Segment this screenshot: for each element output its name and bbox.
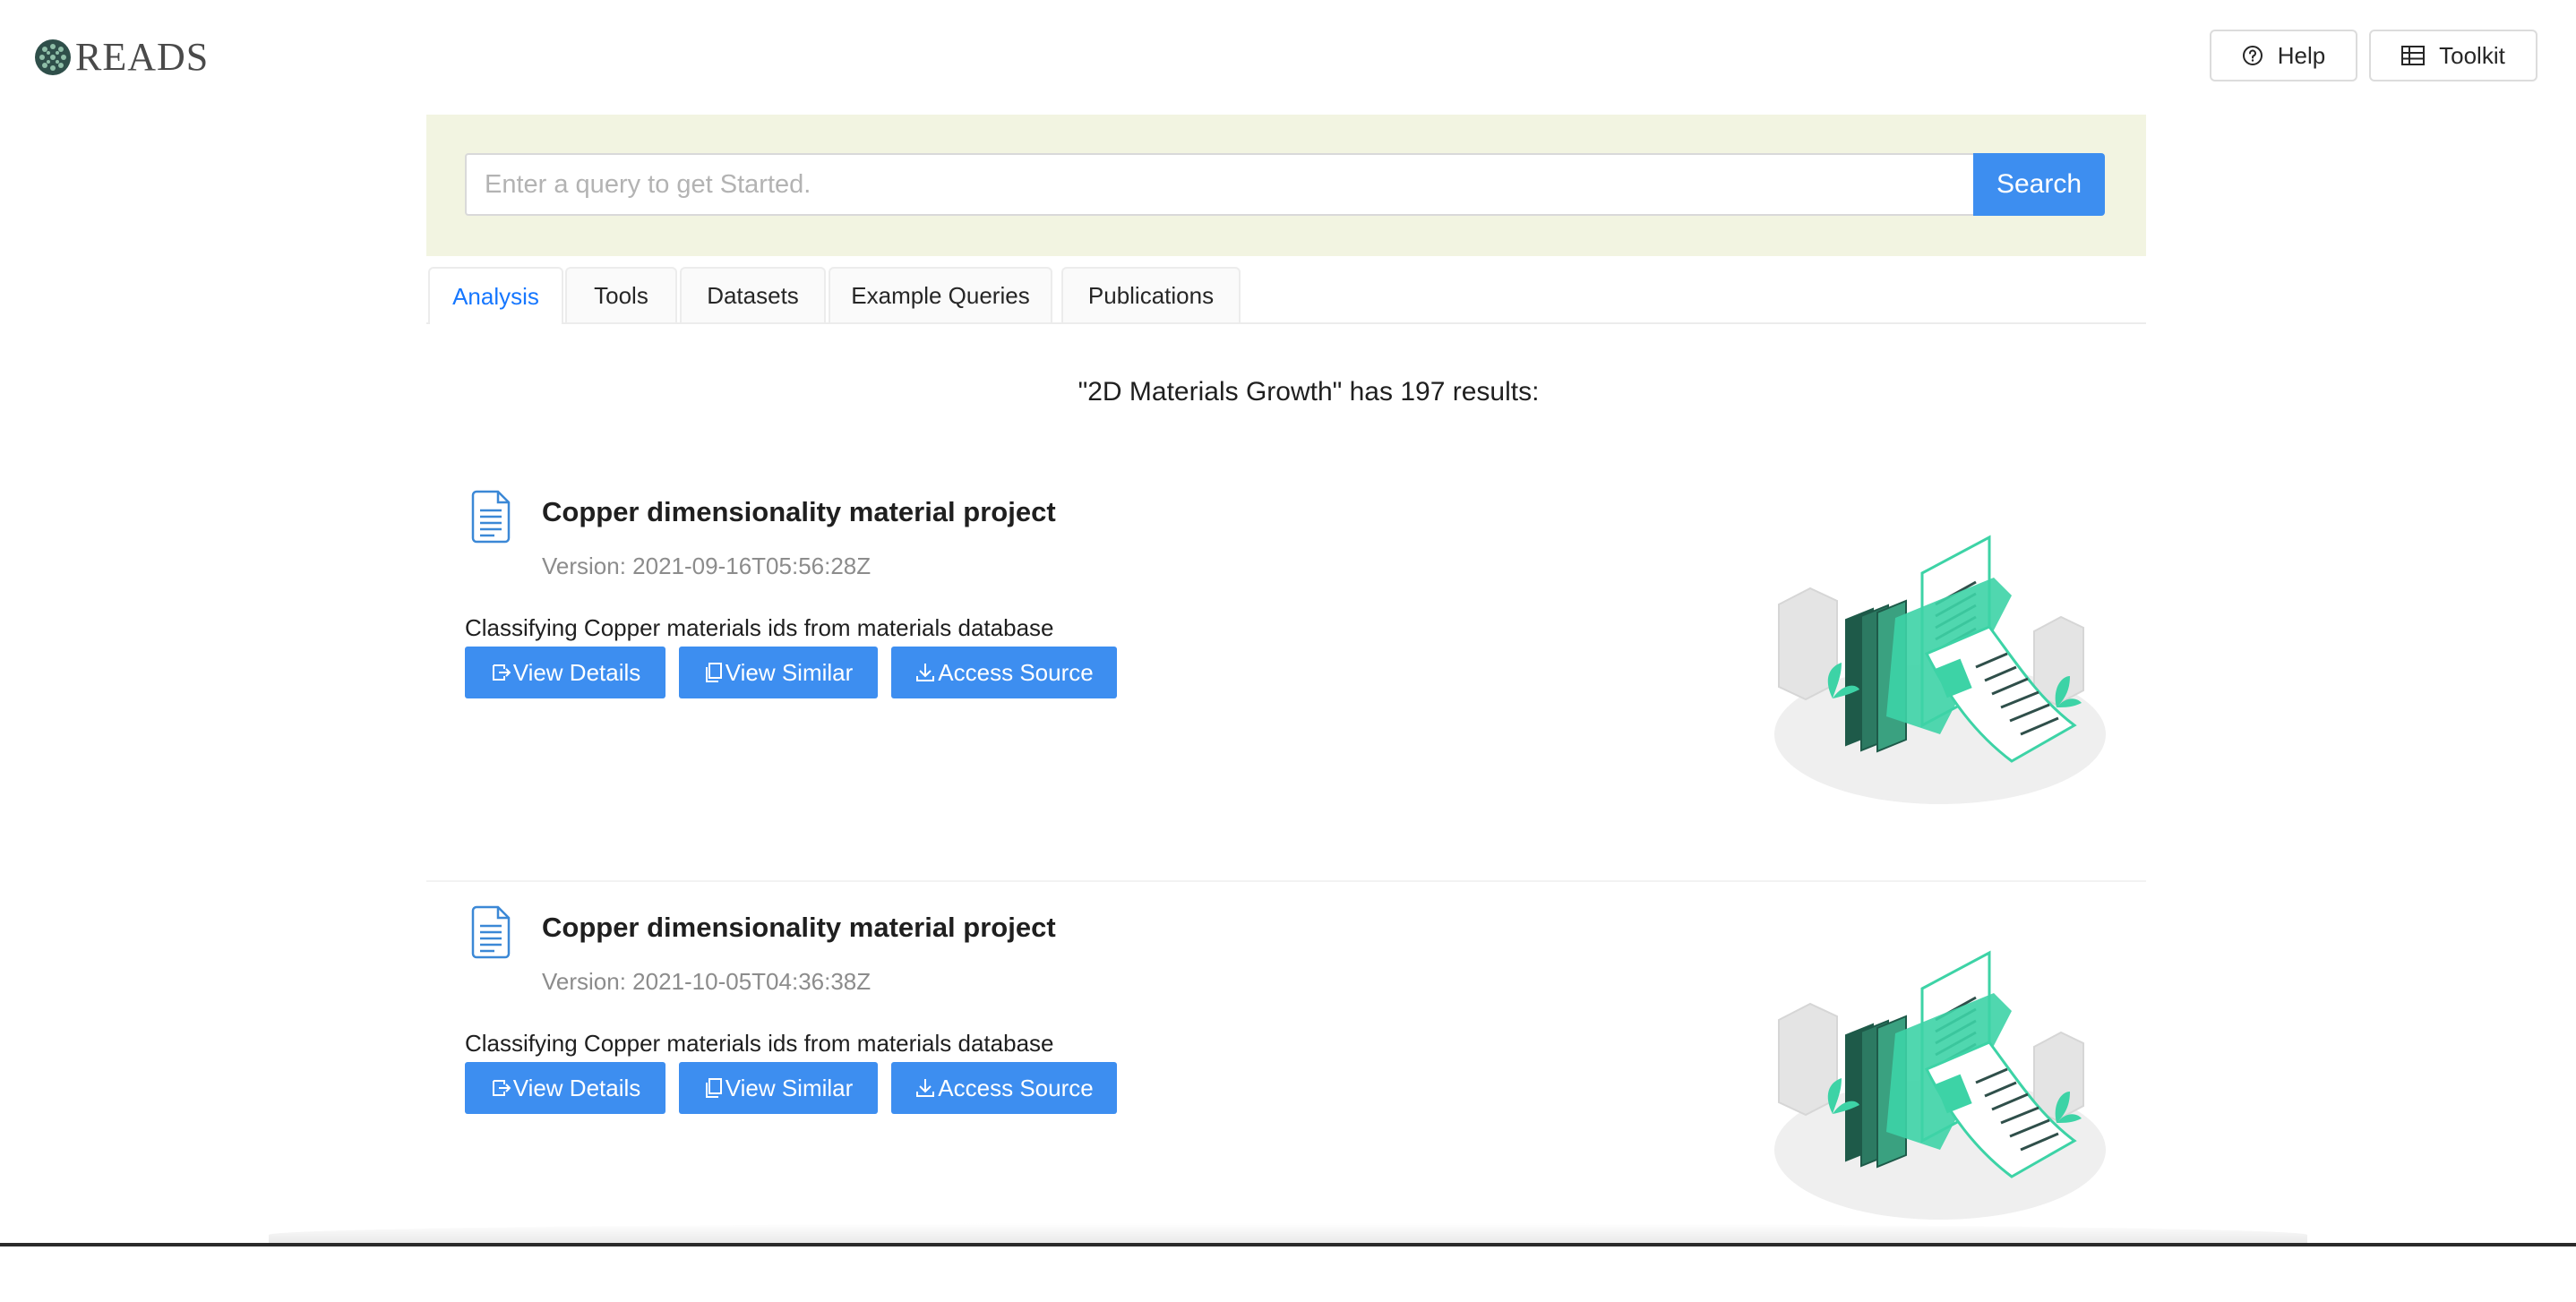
access-source-label: Access Source	[938, 1074, 1094, 1101]
access-source-label: Access Source	[938, 658, 1094, 686]
tab-example-queries[interactable]: Example Queries	[829, 267, 1052, 322]
result-version: Version: 2021-09-16T05:56:28Z	[542, 552, 872, 579]
view-similar-button[interactable]: View Similar	[679, 1062, 878, 1114]
view-similar-button[interactable]: View Similar	[679, 647, 878, 698]
documents-illustration	[1774, 535, 2106, 804]
documents-illustration	[1774, 950, 2106, 1220]
result-card: Copper dimensionality material project V…	[426, 475, 2146, 887]
tab-datasets[interactable]: Datasets	[680, 267, 826, 322]
toolkit-label: Toolkit	[2439, 41, 2505, 69]
results-heading: "2D Materials Growth" has 197 results:	[1078, 377, 1540, 407]
result-title[interactable]: Copper dimensionality material project	[542, 496, 1056, 528]
search-input[interactable]	[465, 153, 1973, 216]
download-icon	[916, 1079, 935, 1097]
access-source-button[interactable]: Access Source	[891, 1062, 1117, 1114]
logo-globe-icon	[35, 39, 71, 75]
result-actions: View Details View Similar Access Source	[465, 1062, 1117, 1114]
toolkit-button[interactable]: Toolkit	[2369, 30, 2537, 81]
window-bottom-edge	[0, 1243, 2576, 1246]
tab-publications[interactable]: Publications	[1061, 267, 1241, 322]
document-icon	[471, 490, 511, 544]
question-circle-icon	[2242, 46, 2263, 65]
export-icon	[492, 664, 511, 681]
result-title[interactable]: Copper dimensionality material project	[542, 912, 1056, 944]
download-icon	[916, 664, 935, 681]
search-panel: Search	[426, 115, 2146, 256]
copy-icon	[705, 1078, 722, 1098]
tab-tools[interactable]: Tools	[565, 267, 677, 322]
tab-bar: Analysis Tools Datasets Example Queries …	[426, 267, 2146, 324]
help-button[interactable]: Help	[2210, 30, 2357, 81]
document-icon	[471, 905, 511, 959]
view-details-label: View Details	[512, 1074, 641, 1101]
view-details-label: View Details	[512, 658, 641, 686]
view-similar-label: View Similar	[725, 658, 854, 686]
app-logo[interactable]: READS	[34, 38, 209, 77]
result-version: Version: 2021-10-05T04:36:38Z	[542, 968, 872, 995]
export-icon	[492, 1080, 511, 1096]
logo-text: READS	[75, 35, 210, 79]
help-label: Help	[2277, 41, 2326, 69]
result-description: Classifying Copper materials ids from ma…	[465, 1030, 1054, 1057]
view-details-button[interactable]: View Details	[465, 1062, 665, 1114]
copy-icon	[705, 663, 722, 682]
result-divider	[426, 880, 2146, 882]
access-source-button[interactable]: Access Source	[891, 647, 1117, 698]
view-details-button[interactable]: View Details	[465, 647, 665, 698]
table-icon	[2401, 46, 2426, 65]
result-actions: View Details View Similar Access Source	[465, 647, 1117, 698]
tab-analysis[interactable]: Analysis	[428, 267, 563, 324]
view-similar-label: View Similar	[725, 1074, 854, 1101]
search-button[interactable]: Search	[1973, 153, 2105, 216]
result-description: Classifying Copper materials ids from ma…	[465, 614, 1054, 641]
